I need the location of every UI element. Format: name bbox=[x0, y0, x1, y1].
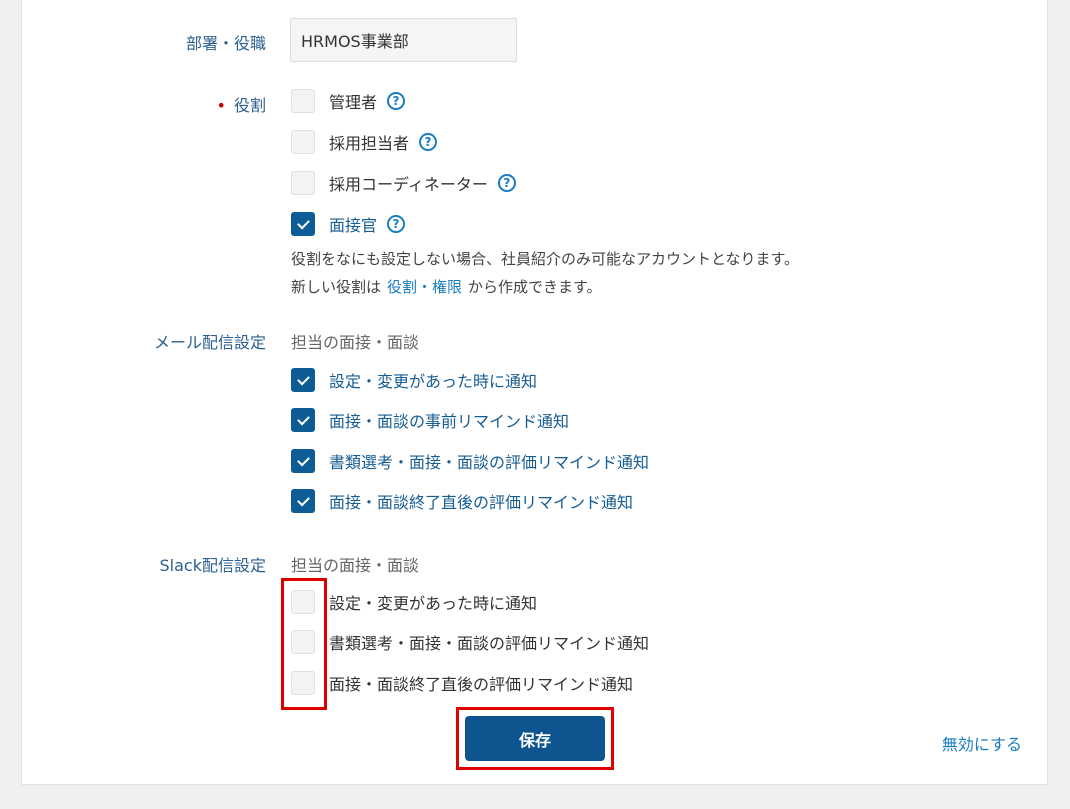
role-option-coordinator[interactable]: 採用コーディネーター ? bbox=[291, 170, 516, 196]
mail-option[interactable]: 書類選考・面接・面談の評価リマインド通知 bbox=[291, 448, 649, 474]
required-mark: • bbox=[216, 96, 226, 115]
save-button[interactable]: 保存 bbox=[465, 716, 605, 761]
mail-option[interactable]: 設定・変更があった時に通知 bbox=[291, 367, 537, 393]
mail-option[interactable]: 面接・面談終了直後の評価リマインド通知 bbox=[291, 488, 633, 514]
roles-note: 役割をなにも設定しない場合、社員紹介のみ可能なアカウントとなります。 bbox=[291, 250, 800, 268]
mail-option[interactable]: 面接・面談の事前リマインド通知 bbox=[291, 407, 569, 433]
slack-settings-label: Slack配信設定 bbox=[159, 556, 266, 575]
slack-option[interactable]: 面接・面談終了直後の評価リマインド通知 bbox=[291, 670, 633, 696]
slack-option-checkbox[interactable] bbox=[291, 590, 315, 614]
role-coordinator-label: 採用コーディネーター bbox=[329, 175, 488, 194]
role-option-recruiter[interactable]: 採用担当者 ? bbox=[291, 129, 438, 155]
slack-subheading: 担当の面接・面談 bbox=[291, 556, 420, 575]
slack-option-label: 書類選考・面接・面談の評価リマインド通知 bbox=[329, 634, 650, 653]
slack-option[interactable]: 書類選考・面接・面談の評価リマインド通知 bbox=[291, 629, 649, 655]
role-recruiter-label: 採用担当者 bbox=[329, 134, 410, 153]
department-input[interactable] bbox=[290, 18, 517, 62]
roles-note-suffix: から作成できます。 bbox=[468, 278, 602, 296]
slack-option-label: 面接・面談終了直後の評価リマインド通知 bbox=[329, 675, 634, 694]
mail-option-label: 書類選考・面接・面談の評価リマインド通知 bbox=[329, 453, 650, 472]
question-circle-icon[interactable]: ? bbox=[419, 133, 438, 151]
roles-label: • 役割 bbox=[217, 92, 266, 116]
slack-option-checkbox[interactable] bbox=[291, 630, 315, 654]
question-circle-icon[interactable]: ? bbox=[387, 215, 406, 233]
slack-option-label: 設定・変更があった時に通知 bbox=[329, 594, 538, 613]
slack-option-checkbox[interactable] bbox=[291, 671, 315, 695]
role-admin-label: 管理者 bbox=[329, 93, 378, 112]
roles-note-link-line: 新しい役割は 役割・権限 から作成できます。 bbox=[291, 276, 602, 297]
department-label: 部署・役職 bbox=[185, 34, 266, 53]
role-admin-checkbox[interactable] bbox=[291, 89, 315, 113]
mail-option-checkbox[interactable] bbox=[291, 368, 315, 392]
mail-settings-label: メール配信設定 bbox=[153, 333, 266, 352]
role-coordinator-checkbox[interactable] bbox=[291, 171, 315, 195]
question-circle-icon[interactable]: ? bbox=[387, 92, 406, 110]
role-option-interviewer[interactable]: 面接官 ? bbox=[291, 211, 406, 237]
mail-option-label: 面接・面談終了直後の評価リマインド通知 bbox=[329, 493, 634, 512]
question-circle-icon[interactable]: ? bbox=[497, 174, 516, 192]
roles-label-text: 役割 bbox=[233, 96, 266, 115]
role-recruiter-checkbox[interactable] bbox=[291, 130, 315, 154]
role-interviewer-label: 面接官 bbox=[329, 216, 378, 235]
mail-option-label: 設定・変更があった時に通知 bbox=[329, 372, 538, 391]
mail-option-checkbox[interactable] bbox=[291, 449, 315, 473]
role-option-admin[interactable]: 管理者 ? bbox=[291, 88, 406, 114]
mail-subheading: 担当の面接・面談 bbox=[291, 333, 420, 352]
mail-option-checkbox[interactable] bbox=[291, 489, 315, 513]
disable-link[interactable]: 無効にする bbox=[942, 731, 1022, 755]
slack-option[interactable]: 設定・変更があった時に通知 bbox=[291, 589, 537, 615]
role-interviewer-checkbox[interactable] bbox=[291, 212, 315, 236]
roles-permissions-link[interactable]: 役割・権限 bbox=[387, 278, 462, 296]
mail-option-checkbox[interactable] bbox=[291, 408, 315, 432]
roles-note-prefix: 新しい役割は bbox=[291, 278, 382, 296]
mail-option-label: 面接・面談の事前リマインド通知 bbox=[329, 412, 570, 431]
